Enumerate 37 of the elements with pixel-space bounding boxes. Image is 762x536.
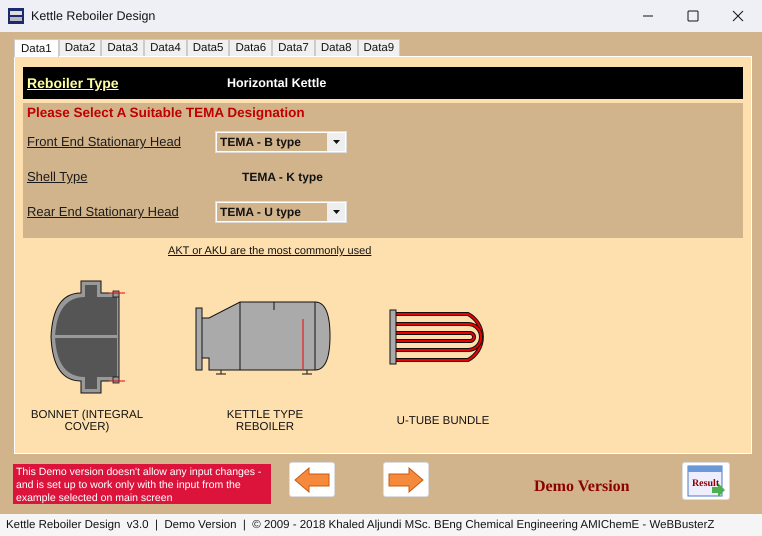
tema-heading: Please Select A Suitable TEMA Designation (27, 105, 306, 120)
note-link[interactable]: AKT or AKU are the most commonly used (168, 245, 372, 257)
result-button[interactable]: Result (682, 462, 730, 500)
field-value: TEMA - K type (242, 170, 323, 184)
status-bar: Kettle Reboiler Design v3.0 | Demo Version | © 2009 - 2018 Khaled Aljundi MSc. BEng Chemical Engineering AMIChemE - WeBBusterZ (0, 514, 762, 536)
caret-icon (332, 140, 340, 144)
tab[interactable]: Data3 (101, 39, 144, 56)
next-button[interactable] (383, 462, 429, 497)
tab[interactable]: Data5 (186, 39, 230, 56)
tab[interactable]: Data8 (314, 39, 358, 56)
field-label: Rear End Stationary Head (27, 204, 180, 219)
back-button[interactable] (289, 462, 335, 497)
demo-version-label: Demo Version (534, 478, 630, 496)
tab[interactable]: Data6 (229, 39, 272, 56)
figure-caption: BONNET (INTEGRAL COVER) (30, 408, 144, 435)
caret-icon (332, 210, 340, 214)
field-label: Front End Stationary Head (27, 134, 182, 149)
window-arrow-icon (686, 465, 726, 499)
maximize-icon[interactable] (687, 10, 699, 22)
demo-notice: This Demo version doesn't allow any input changes - and is set up to work only with the input from the example selected on main screen (13, 464, 271, 504)
figure-caption: U-TUBE BUNDLE (396, 414, 490, 429)
reboiler-type-label: Reboiler Type (27, 75, 120, 91)
tab[interactable]: Data1 (14, 39, 59, 57)
tab[interactable]: Data7 (272, 39, 315, 56)
app-icon (8, 8, 24, 24)
tab[interactable]: Data4 (144, 39, 187, 56)
close-icon[interactable] (732, 10, 744, 22)
tab[interactable]: Data2 (58, 39, 102, 56)
field-label: Shell Type (27, 169, 88, 184)
window-title: Kettle Reboiler Design (31, 9, 156, 23)
figure-caption: KETTLE TYPE REBOILER (226, 408, 304, 435)
left-arrow-icon (294, 466, 330, 492)
reboiler-type-value: Horizontal Kettle (227, 76, 326, 90)
dropdown[interactable]: TEMA - B type (216, 132, 346, 152)
right-arrow-icon (388, 466, 424, 492)
dropdown[interactable]: TEMA - U type (216, 202, 346, 222)
tab[interactable]: Data9 (358, 39, 400, 56)
